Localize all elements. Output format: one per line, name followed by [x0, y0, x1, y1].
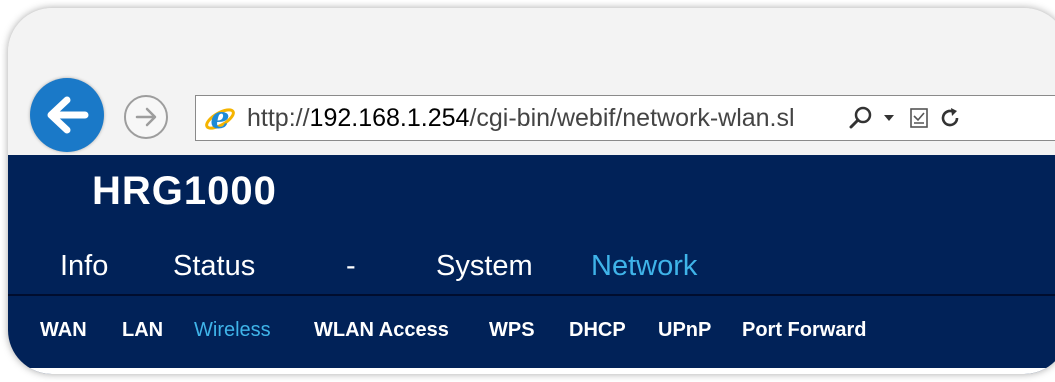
url-path: /cgi-bin/webif/network-wlan.sl: [469, 103, 795, 132]
back-arrow-icon: [47, 96, 89, 134]
content-area-edge: [8, 368, 1055, 374]
sub-nav-wan[interactable]: WAN: [40, 319, 87, 342]
sub-nav: WAN LAN Wireless WLAN Access WPS DHCP UP…: [8, 312, 1055, 352]
compatibility-view-icon[interactable]: [902, 101, 936, 135]
back-button[interactable]: [30, 78, 104, 152]
url-host: 192.168.1.254: [309, 103, 470, 132]
sub-nav-wlan-access[interactable]: WLAN Access: [314, 319, 449, 342]
ie-logo-icon: e: [203, 101, 237, 135]
sub-nav-lan[interactable]: LAN: [122, 319, 163, 342]
main-nav: Info Status - System Network: [8, 238, 1055, 296]
main-nav-network[interactable]: Network: [591, 250, 697, 283]
forward-arrow-icon: [135, 107, 157, 127]
svg-text:e: e: [210, 101, 229, 135]
main-nav-info[interactable]: Info: [60, 250, 108, 283]
router-header: HRG1000 Info Status - System Network WAN…: [8, 155, 1055, 374]
sub-nav-upnp[interactable]: UPnP: [658, 319, 711, 342]
router-brand: HRG1000: [92, 169, 277, 213]
browser-toolbar: e http://192.168.1.254/cgi-bin/webif/net…: [8, 8, 1055, 155]
sub-nav-port-forward[interactable]: Port Forward: [742, 319, 866, 342]
main-nav-status[interactable]: Status: [173, 250, 255, 283]
chevron-down-icon[interactable]: [876, 101, 902, 135]
main-nav-system[interactable]: System: [436, 250, 533, 283]
forward-button[interactable]: [124, 95, 168, 139]
sub-nav-wps[interactable]: WPS: [489, 319, 535, 342]
refresh-icon[interactable]: [936, 101, 964, 135]
url-prefix: http://: [247, 103, 310, 132]
sub-nav-wireless[interactable]: Wireless: [194, 319, 271, 342]
search-icon[interactable]: [846, 101, 876, 135]
url-text[interactable]: http://192.168.1.254/cgi-bin/webif/netwo…: [247, 104, 840, 133]
browser-window: e http://192.168.1.254/cgi-bin/webif/net…: [8, 8, 1055, 374]
sub-nav-dhcp[interactable]: DHCP: [569, 319, 626, 342]
address-bar[interactable]: e http://192.168.1.254/cgi-bin/webif/net…: [195, 95, 1055, 141]
main-nav-separator: -: [346, 250, 356, 282]
address-tools: [846, 101, 964, 135]
